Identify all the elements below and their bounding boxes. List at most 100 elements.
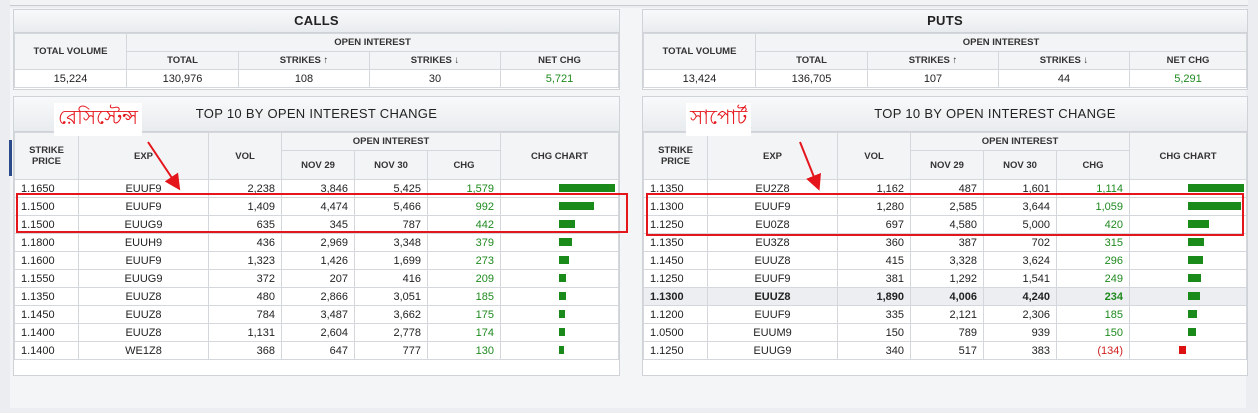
vol-cell: 150: [837, 323, 911, 342]
hdr-total[interactable]: TOTAL: [126, 51, 239, 70]
chg-bar: [1188, 238, 1205, 246]
hdr-nov29[interactable]: NOV 29: [281, 150, 355, 180]
hdr-vol[interactable]: VOL: [837, 132, 911, 180]
window-top-edge: [10, 0, 1248, 6]
hdr-chg[interactable]: CHG: [1055, 150, 1131, 180]
puts-top10-panel: TOP 10 BY OPEN INTEREST CHANGE STRIKE PR…: [642, 96, 1248, 376]
chg-cell: 150: [1055, 323, 1131, 342]
resistance-annotation: রেসিস্টেন্স: [54, 103, 142, 136]
nov30-cell: 702: [983, 233, 1057, 252]
strike-cell: 1.1800: [14, 233, 79, 252]
table-row[interactable]: 1.1350 EU3Z8 360 387 702 315: [643, 233, 1247, 252]
chg-cell: 174: [426, 323, 502, 342]
chg-cell: 185: [426, 287, 502, 306]
calls-top10-table: STRIKE PRICE EXP VOL OPEN INTEREST CHG C…: [14, 132, 619, 360]
hdr-strikes-down[interactable]: STRIKES ↓: [998, 51, 1130, 70]
table-row[interactable]: 1.1450 EUUZ8 784 3,487 3,662 175: [14, 305, 619, 324]
chg-cell: 296: [1055, 251, 1131, 270]
hdr-net-chg[interactable]: NET CHG: [500, 51, 619, 70]
chg-chart-cell: [1129, 251, 1247, 270]
hdr-nov29[interactable]: NOV 29: [910, 150, 984, 180]
vol-cell: 1,131: [208, 323, 282, 342]
chg-chart-cell: [500, 323, 619, 342]
table-row[interactable]: 1.1400 EUUZ8 1,131 2,604 2,778 174: [14, 323, 619, 342]
hdr-strikes-up[interactable]: STRIKES ↑: [238, 51, 370, 70]
hdr-net-chg[interactable]: NET CHG: [1129, 51, 1247, 70]
hdr-strikes-down[interactable]: STRIKES ↓: [369, 51, 501, 70]
nov29-cell: 3,487: [281, 305, 355, 324]
table-row[interactable]: 1.1800 EUUH9 436 2,969 3,348 379: [14, 233, 619, 252]
calls-summary-table: TOTAL VOLUME OPEN INTEREST TOTAL STRIKES…: [14, 33, 619, 88]
chg-chart-cell: [1129, 305, 1247, 324]
chg-bar: [559, 256, 570, 264]
hdr-vol[interactable]: VOL: [208, 132, 282, 180]
calls-total-volume: 15,224: [14, 69, 127, 88]
table-row[interactable]: 1.1200 EUUF9 335 2,121 2,306 185: [643, 305, 1247, 324]
chg-bar: [559, 274, 567, 282]
nov30-cell: 3,348: [354, 233, 428, 252]
exp-cell: EU3Z8: [707, 233, 838, 252]
vol-cell: 381: [837, 269, 911, 288]
nov29-cell: 517: [910, 341, 984, 360]
nov29-cell: 1,426: [281, 251, 355, 270]
nov30-cell: 3,051: [354, 287, 428, 306]
chg-chart-cell: [500, 341, 619, 360]
chg-cell: 273: [426, 251, 502, 270]
nov30-cell: 416: [354, 269, 428, 288]
hdr-exp[interactable]: EXP: [707, 132, 838, 180]
hdr-chg-chart: CHG CHART: [500, 132, 619, 180]
table-row[interactable]: 1.1400 WE1Z8 368 647 777 130: [14, 341, 619, 360]
chg-chart-cell: [500, 233, 619, 252]
calls-top10-panel: TOP 10 BY OPEN INTEREST CHANGE STRIKE PR…: [13, 96, 620, 376]
chg-bar: [559, 346, 565, 354]
nov29-cell: 1,292: [910, 269, 984, 288]
chg-cell: 379: [426, 233, 502, 252]
table-row[interactable]: 1.1300 EUUZ8 1,890 4,006 4,240 234: [643, 287, 1247, 306]
table-row[interactable]: 1.1550 EUUG9 372 207 416 209: [14, 269, 619, 288]
hdr-chg[interactable]: CHG: [426, 150, 502, 180]
chg-cell: (134): [1055, 341, 1131, 360]
chg-chart-cell: [500, 305, 619, 324]
nov29-cell: 647: [281, 341, 355, 360]
vol-cell: 360: [837, 233, 911, 252]
vol-cell: 436: [208, 233, 282, 252]
exp-cell: EUUG9: [78, 269, 209, 288]
hdr-nov30[interactable]: NOV 30: [983, 150, 1057, 180]
nov30-cell: 3,624: [983, 251, 1057, 270]
table-row[interactable]: 1.1350 EUUZ8 480 2,866 3,051 185: [14, 287, 619, 306]
chg-bar: [559, 310, 566, 318]
nov30-cell: 2,778: [354, 323, 428, 342]
hdr-strikes-up[interactable]: STRIKES ↑: [867, 51, 999, 70]
calls-net-chg: 5,721: [500, 69, 619, 88]
chg-cell: 175: [426, 305, 502, 324]
nov30-cell: 3,662: [354, 305, 428, 324]
resistance-highlight-box: [16, 193, 628, 233]
table-row[interactable]: 1.1450 EUUZ8 415 3,328 3,624 296: [643, 251, 1247, 270]
chg-chart-cell: [1129, 233, 1247, 252]
strike-cell: 1.1600: [14, 251, 79, 270]
hdr-strike-price[interactable]: STRIKE PRICE: [14, 132, 79, 180]
table-row[interactable]: 1.1250 EUUF9 381 1,292 1,541 249: [643, 269, 1247, 288]
strike-cell: 1.1200: [643, 305, 708, 324]
hdr-exp[interactable]: EXP: [78, 132, 209, 180]
nov29-cell: 2,866: [281, 287, 355, 306]
chg-chart-cell: [500, 269, 619, 288]
strike-cell: 1.1550: [14, 269, 79, 288]
calls-title: CALLS: [14, 10, 619, 33]
hdr-chg-chart: CHG CHART: [1129, 132, 1247, 180]
chg-bar: [559, 292, 567, 300]
puts-total-oi: 136,705: [755, 69, 868, 88]
puts-strikes-down: 44: [998, 69, 1130, 88]
table-row[interactable]: 1.1250 EUUG9 340 517 383 (134): [643, 341, 1247, 360]
table-row[interactable]: 1.1600 EUUF9 1,323 1,426 1,699 273: [14, 251, 619, 270]
hdr-strike-price[interactable]: STRIKE PRICE: [643, 132, 708, 180]
vol-cell: 415: [837, 251, 911, 270]
vol-cell: 340: [837, 341, 911, 360]
table-row[interactable]: 1.0500 EUUM9 150 789 939 150: [643, 323, 1247, 342]
nov29-cell: 207: [281, 269, 355, 288]
hdr-total[interactable]: TOTAL: [755, 51, 868, 70]
puts-summary-panel: PUTS TOTAL VOLUME OPEN INTEREST TOTAL ST…: [642, 9, 1248, 90]
hdr-nov30[interactable]: NOV 30: [354, 150, 428, 180]
support-annotation: সাপোর্ট: [686, 103, 752, 136]
nov30-cell: 383: [983, 341, 1057, 360]
